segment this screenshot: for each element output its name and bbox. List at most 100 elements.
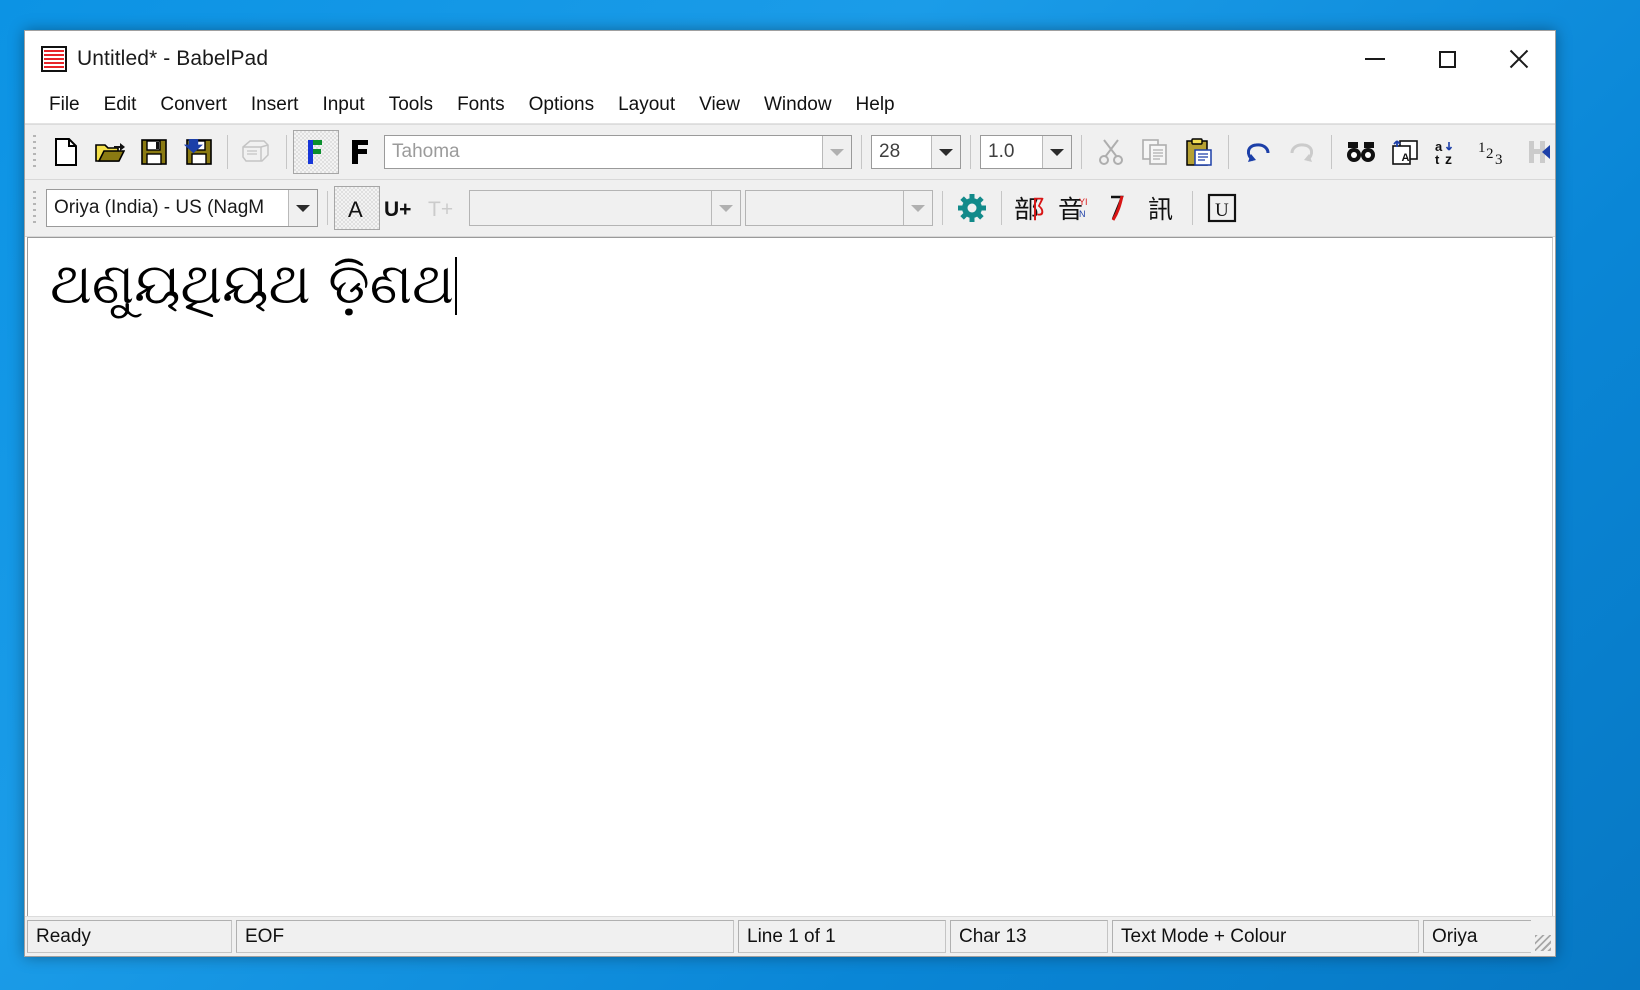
close-button[interactable]	[1483, 31, 1555, 87]
minimize-button[interactable]	[1339, 31, 1411, 87]
radical-input-button[interactable]: 部 阝	[1009, 187, 1053, 229]
maximize-button[interactable]	[1411, 31, 1483, 87]
menu-window[interactable]: Window	[752, 90, 844, 120]
font-size-value: 28	[879, 141, 901, 162]
redo-button[interactable]	[1280, 131, 1324, 173]
text-input-icon: T+	[428, 198, 453, 220]
radical-input-icon: 部 阝	[1014, 195, 1048, 223]
keyboard-layout-dropdown-arrow[interactable]	[288, 190, 317, 226]
copy-button[interactable]	[1133, 131, 1177, 173]
save-icon	[141, 139, 167, 165]
open-file-button[interactable]	[88, 131, 132, 173]
menu-input[interactable]: Input	[310, 90, 376, 120]
line-spacing-dropdown-arrow[interactable]	[1042, 136, 1071, 168]
font-size-dropdown-arrow[interactable]	[931, 136, 960, 168]
resize-grip[interactable]	[1531, 920, 1553, 953]
toolbar-overflow-button[interactable]	[1535, 131, 1557, 173]
save-button[interactable]	[132, 131, 176, 173]
undo-button[interactable]	[1236, 131, 1280, 173]
cut-icon	[1099, 139, 1123, 165]
font-bold-icon	[352, 140, 368, 164]
svg-text:3: 3	[1495, 152, 1503, 165]
editor-content[interactable]: ଥଣୁୟଥିୟଥ ଡ଼ିଣଥ	[50, 250, 457, 320]
unicode-char-dropdown-arrow[interactable]	[903, 191, 932, 225]
svg-text:U+: U+	[384, 198, 411, 220]
save-as-button[interactable]	[176, 131, 220, 173]
font-name-value: Tahoma	[392, 141, 460, 162]
maximize-icon	[1438, 50, 1456, 68]
cangjie-input-button[interactable]: 訊	[1141, 187, 1185, 229]
input-toolbar: Oriya (India) - US (NagM A U+ T+ 部 阝 音 Y…	[25, 180, 1555, 237]
menu-fonts[interactable]: Fonts	[445, 90, 517, 120]
menu-tools[interactable]: Tools	[377, 90, 445, 120]
print-icon	[242, 140, 269, 162]
svg-text:A: A	[1402, 152, 1410, 164]
unicode-block-dropdown-arrow[interactable]	[711, 191, 740, 225]
text-caret	[454, 257, 457, 315]
unicode-input-icon: U+	[384, 198, 411, 220]
save-as-icon	[184, 139, 212, 165]
menu-view[interactable]: View	[687, 90, 752, 120]
open-file-icon	[95, 143, 125, 162]
font-colour-button[interactable]	[293, 130, 339, 174]
font-button[interactable]	[338, 131, 382, 173]
window-title: Untitled* - BabelPad	[77, 47, 269, 70]
new-file-button[interactable]	[44, 131, 88, 173]
find-button[interactable]	[1339, 131, 1383, 173]
stroke-input-button[interactable]	[1097, 187, 1141, 229]
font-name-dropdown-arrow[interactable]	[822, 136, 851, 168]
toolbar-gripper[interactable]	[31, 133, 40, 171]
cut-button[interactable]	[1089, 131, 1133, 173]
toolbar-separator-4	[970, 135, 971, 169]
sort-numeric-button[interactable]: 1 2 3	[1471, 131, 1515, 173]
menu-bar: File Edit Convert Insert Input Tools Fon…	[25, 87, 1555, 124]
keyboard-layout-combobox[interactable]: Oriya (India) - US (NagM	[46, 189, 318, 227]
find-replace-icon: A	[1392, 140, 1418, 165]
main-toolbar: Tahoma 28 1.0 A a t z 1 2 3	[25, 124, 1555, 180]
toolbar-separator-3	[861, 135, 862, 169]
pinyin-input-button[interactable]: 音 YI N	[1053, 187, 1097, 229]
line-spacing-combobox[interactable]: 1.0	[980, 135, 1072, 169]
svg-text:U: U	[1215, 200, 1229, 221]
menu-convert[interactable]: Convert	[148, 90, 239, 120]
toolbar-separator-7	[1331, 135, 1332, 169]
editor-text-run: ଥଣୁୟଥିୟଥ ଡ଼ିଣଥ	[50, 252, 454, 317]
font-size-combobox[interactable]: 28	[871, 135, 961, 169]
unicode-mode-button[interactable]: U	[1200, 187, 1244, 229]
text-editor-area[interactable]: ଥଣୁୟଥିୟଥ ଡ଼ିଣଥ	[27, 237, 1553, 916]
sort-numeric-icon: 1 2 3	[1478, 140, 1503, 165]
window-controls	[1339, 31, 1555, 87]
char-input-icon: A	[348, 197, 363, 220]
input-separator-3	[1001, 191, 1002, 225]
svg-text:T+: T+	[428, 198, 453, 220]
svg-text:N: N	[1079, 209, 1086, 219]
text-input-button[interactable]: T+	[423, 187, 467, 229]
paste-icon	[1186, 138, 1212, 166]
menu-help[interactable]: Help	[844, 90, 907, 120]
find-replace-button[interactable]: A	[1383, 131, 1427, 173]
svg-text:阝: 阝	[1031, 195, 1048, 223]
font-name-combobox[interactable]: Tahoma	[384, 135, 852, 169]
toolbar-separator-2	[286, 135, 287, 169]
unicode-char-combobox[interactable]	[745, 190, 933, 226]
svg-text:1: 1	[1478, 140, 1486, 156]
menu-file[interactable]: File	[37, 90, 92, 120]
undo-icon	[1247, 143, 1270, 162]
desktop-background: Untitled* - BabelPad File Edit Convert I…	[0, 0, 1640, 990]
status-mode: Text Mode + Colour	[1112, 920, 1419, 953]
input-toolbar-gripper[interactable]	[31, 189, 40, 227]
menu-options[interactable]: Options	[517, 90, 606, 120]
char-input-button[interactable]: A	[334, 186, 380, 230]
unicode-block-combobox[interactable]	[469, 190, 741, 226]
toolbar-separator-6	[1228, 135, 1229, 169]
menu-edit[interactable]: Edit	[92, 90, 149, 120]
paste-button[interactable]	[1177, 131, 1221, 173]
menu-insert[interactable]: Insert	[239, 90, 311, 120]
print-button[interactable]	[235, 131, 279, 173]
status-ready: Ready	[27, 920, 232, 953]
input-settings-button[interactable]	[950, 187, 994, 229]
sort-alpha-button[interactable]: a t z	[1427, 131, 1471, 173]
menu-layout[interactable]: Layout	[606, 90, 687, 120]
input-separator-4	[1192, 191, 1193, 225]
unicode-input-button[interactable]: U+	[379, 187, 423, 229]
